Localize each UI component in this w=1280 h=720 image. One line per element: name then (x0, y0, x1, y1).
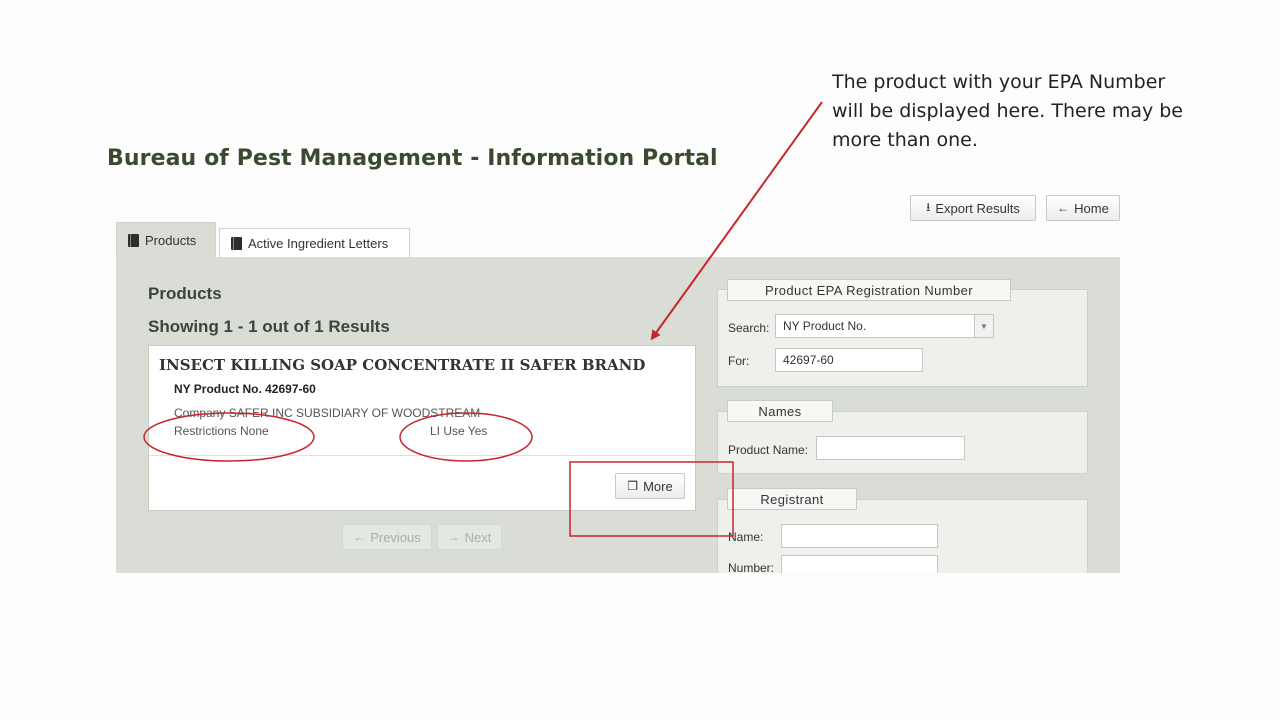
ny-product-number: NY Product No. 42697-60 (174, 382, 316, 396)
more-label: More (643, 478, 673, 494)
restrictions-text: Restrictions None (174, 424, 269, 438)
registrant-name-input[interactable] (781, 524, 938, 548)
home-label: Home (1074, 200, 1109, 216)
epa-fieldset (717, 289, 1088, 387)
home-button[interactable]: ← Home (1046, 195, 1120, 221)
search-type-select[interactable]: NY Product No. ▼ (775, 314, 994, 338)
next-label: Next (464, 529, 492, 545)
company-text: Company SAFER INC SUBSIDIARY OF WOODSTRE… (174, 406, 481, 420)
registrant-number-label: Number: (728, 561, 775, 575)
tab-active-ingredient-letters[interactable]: Active Ingredient Letters (219, 228, 410, 258)
for-label: For: (728, 354, 750, 368)
arrow-left-icon: ← (1057, 201, 1070, 215)
registrant-number-input[interactable] (781, 555, 938, 573)
products-heading: Products (148, 284, 222, 303)
product-name-input[interactable] (816, 436, 965, 460)
search-label: Search: (728, 321, 770, 335)
previous-label: Previous (370, 529, 421, 545)
export-results-button[interactable]: ⭳ Export Results (910, 195, 1036, 221)
product-result-card: INSECT KILLING SOAP CONCENTRATE II SAFER… (148, 345, 696, 511)
for-input[interactable]: 42697-60 (775, 348, 923, 372)
card-divider (149, 455, 695, 456)
book-icon (231, 237, 242, 250)
arrow-left-icon: ← (353, 530, 366, 544)
names-legend: Names (727, 400, 833, 422)
product-name-label: Product Name: (728, 443, 809, 457)
copy-icon: ❐ (627, 479, 639, 493)
arrow-right-icon: → (447, 530, 460, 544)
tab-products[interactable]: Products (116, 222, 216, 258)
product-name: INSECT KILLING SOAP CONCENTRATE II SAFER… (159, 356, 646, 374)
epa-legend: Product EPA Registration Number (727, 279, 1011, 301)
next-button[interactable]: → Next (437, 524, 502, 550)
registrant-name-label: Name: (728, 530, 764, 544)
page-title: Bureau of Pest Management - Information … (107, 146, 718, 171)
tab-active-ingredient-letters-label: Active Ingredient Letters (248, 236, 389, 251)
book-icon (128, 234, 139, 247)
results-count: Showing 1 - 1 out of 1 Results (148, 317, 390, 336)
chevron-down-icon: ▼ (974, 315, 993, 337)
download-icon: ⭳ (926, 199, 931, 214)
tab-products-label: Products (145, 233, 197, 248)
more-button[interactable]: ❐ More (615, 473, 685, 499)
annotation-text: The product with your EPA Number will be… (832, 71, 1183, 151)
li-use-text: LI Use Yes (430, 424, 488, 438)
registrant-legend: Registrant (727, 488, 857, 510)
previous-button[interactable]: ← Previous (342, 524, 432, 550)
search-type-value: NY Product No. (783, 319, 867, 333)
export-results-label: Export Results (935, 200, 1020, 216)
